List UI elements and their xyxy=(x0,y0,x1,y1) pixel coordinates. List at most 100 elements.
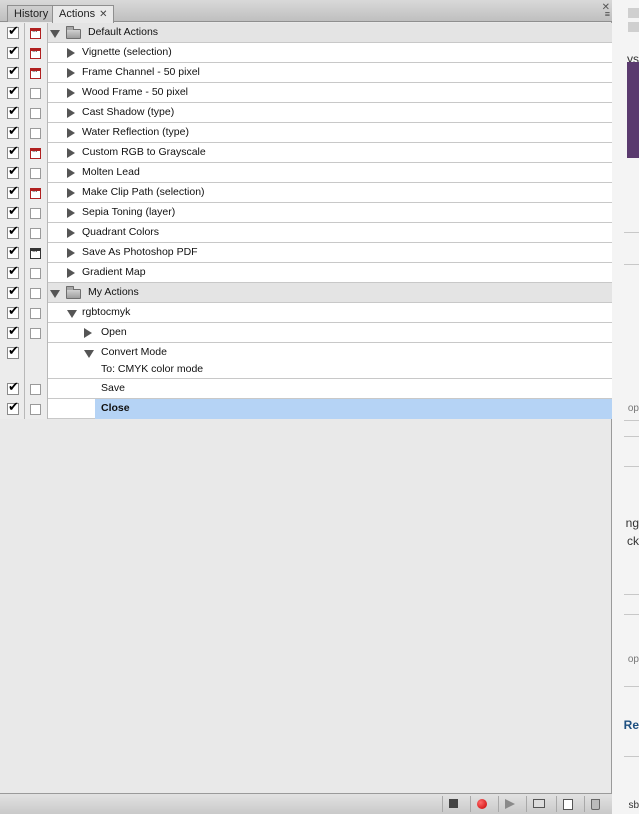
modal-dialog-toggle-icon[interactable] xyxy=(30,245,41,259)
row-label: Molten Lead xyxy=(82,166,140,178)
tab-actions[interactable]: Actions ✕ xyxy=(52,5,115,23)
dialog-column xyxy=(25,163,48,183)
toggle-item-checkbox[interactable] xyxy=(7,244,19,259)
disclosure-triangle-down-icon[interactable] xyxy=(50,30,60,38)
toggle-column xyxy=(0,183,25,203)
disclosure-triangle-right-icon[interactable] xyxy=(67,248,75,258)
modal-dialog-toggle-icon[interactable] xyxy=(30,108,41,119)
toggle-item-checkbox[interactable] xyxy=(7,64,19,79)
disclosure-triangle-right-icon[interactable] xyxy=(67,108,75,118)
modal-dialog-toggle-icon[interactable] xyxy=(30,288,41,299)
action-row[interactable]: Cast Shadow (type) xyxy=(0,103,612,123)
disclosure-triangle-right-icon[interactable] xyxy=(67,188,75,198)
background-rule xyxy=(624,420,639,421)
action-row[interactable]: Sepia Toning (layer) xyxy=(0,203,612,223)
disclosure-triangle-right-icon[interactable] xyxy=(67,208,75,218)
row-sublabel: To: CMYK color mode xyxy=(101,363,204,375)
toggle-item-checkbox[interactable] xyxy=(7,124,19,139)
row-label: Make Clip Path (selection) xyxy=(82,186,205,198)
action-row[interactable]: Molten Lead xyxy=(0,163,612,183)
modal-dialog-toggle-icon[interactable] xyxy=(30,145,41,159)
toggle-item-checkbox[interactable] xyxy=(7,164,19,179)
tab-history[interactable]: History xyxy=(7,5,56,22)
toggle-item-checkbox[interactable] xyxy=(7,204,19,219)
action-row[interactable]: Water Reflection (type) xyxy=(0,123,612,143)
record-button[interactable] xyxy=(470,796,493,812)
toggle-item-checkbox[interactable] xyxy=(7,144,19,159)
action-step-row[interactable]: Convert Mode To: CMYK color mode xyxy=(0,343,612,379)
row-content: Vignette (selection) xyxy=(48,43,612,63)
action-row[interactable]: Gradient Map xyxy=(0,263,612,283)
row-label: Water Reflection (type) xyxy=(82,126,189,138)
toggle-item-checkbox[interactable] xyxy=(7,344,19,359)
toggle-item-checkbox[interactable] xyxy=(7,264,19,279)
disclosure-triangle-right-icon[interactable] xyxy=(67,48,75,58)
disclosure-triangle-right-icon[interactable] xyxy=(67,148,75,158)
action-row[interactable]: Save As Photoshop PDF xyxy=(0,243,612,263)
modal-dialog-toggle-icon[interactable] xyxy=(30,88,41,99)
modal-dialog-toggle-icon[interactable] xyxy=(30,168,41,179)
modal-dialog-toggle-icon[interactable] xyxy=(30,185,41,199)
action-row[interactable]: Frame Channel - 50 pixel xyxy=(0,63,612,83)
disclosure-triangle-down-icon[interactable] xyxy=(50,290,60,298)
disclosure-triangle-right-icon[interactable] xyxy=(67,268,75,278)
toggle-item-checkbox[interactable] xyxy=(7,400,19,415)
disclosure-triangle-down-icon[interactable] xyxy=(67,310,77,318)
action-row[interactable]: rgbtocmyk xyxy=(0,303,612,323)
modal-dialog-toggle-icon[interactable] xyxy=(30,45,41,59)
toggle-item-checkbox[interactable] xyxy=(7,184,19,199)
toggle-item-checkbox[interactable] xyxy=(7,24,19,39)
folder-icon xyxy=(66,286,81,299)
row-content: Save xyxy=(95,379,612,399)
trash-icon xyxy=(591,799,600,810)
modal-dialog-toggle-icon[interactable] xyxy=(30,208,41,219)
toggle-item-checkbox[interactable] xyxy=(7,104,19,119)
modal-dialog-toggle-icon[interactable] xyxy=(30,268,41,279)
toggle-item-checkbox[interactable] xyxy=(7,84,19,99)
action-step-row[interactable]: Open xyxy=(0,323,612,343)
action-row[interactable]: Vignette (selection) xyxy=(0,43,612,63)
disclosure-triangle-right-icon[interactable] xyxy=(67,128,75,138)
background-strip xyxy=(628,8,639,18)
disclosure-triangle-right-icon[interactable] xyxy=(84,328,92,338)
modal-dialog-toggle-icon[interactable] xyxy=(30,25,41,39)
toggle-item-checkbox[interactable] xyxy=(7,44,19,59)
new-action-button[interactable] xyxy=(556,796,579,812)
action-row[interactable]: Quadrant Colors xyxy=(0,223,612,243)
modal-dialog-toggle-icon[interactable] xyxy=(30,128,41,139)
stop-button[interactable] xyxy=(442,796,465,812)
modal-dialog-toggle-icon[interactable] xyxy=(30,65,41,79)
dialog-column xyxy=(25,323,48,343)
toggle-item-checkbox[interactable] xyxy=(7,284,19,299)
row-label: Wood Frame - 50 pixel xyxy=(82,86,189,98)
disclosure-triangle-right-icon[interactable] xyxy=(67,68,75,78)
modal-dialog-toggle-icon[interactable] xyxy=(30,328,41,339)
panel-menu-icon[interactable]: ≡ xyxy=(605,10,610,19)
toggle-item-checkbox[interactable] xyxy=(7,380,19,395)
disclosure-triangle-right-icon[interactable] xyxy=(67,228,75,238)
new-set-button[interactable] xyxy=(526,796,549,812)
action-set-row[interactable]: Default Actions xyxy=(0,23,612,43)
action-row[interactable]: Make Clip Path (selection) xyxy=(0,183,612,203)
action-step-row[interactable]: Close xyxy=(0,399,612,419)
action-set-row[interactable]: My Actions xyxy=(0,283,612,303)
modal-dialog-toggle-icon[interactable] xyxy=(30,228,41,239)
dialog-column xyxy=(25,203,48,223)
close-icon[interactable]: ✕ xyxy=(99,9,107,20)
action-row[interactable]: Wood Frame - 50 pixel xyxy=(0,83,612,103)
dialog-column xyxy=(25,63,48,83)
toggle-item-checkbox[interactable] xyxy=(7,324,19,339)
toggle-item-checkbox[interactable] xyxy=(7,304,19,319)
disclosure-triangle-right-icon[interactable] xyxy=(67,168,75,178)
modal-dialog-toggle-icon[interactable] xyxy=(30,384,41,395)
disclosure-triangle-down-icon[interactable] xyxy=(84,350,94,358)
play-button[interactable] xyxy=(498,796,521,812)
modal-dialog-toggle-icon[interactable] xyxy=(30,404,41,415)
row-content: rgbtocmyk xyxy=(48,303,612,323)
action-step-row[interactable]: Save xyxy=(0,379,612,399)
disclosure-triangle-right-icon[interactable] xyxy=(67,88,75,98)
toggle-item-checkbox[interactable] xyxy=(7,224,19,239)
action-row[interactable]: Custom RGB to Grayscale xyxy=(0,143,612,163)
modal-dialog-toggle-icon[interactable] xyxy=(30,308,41,319)
delete-button[interactable] xyxy=(584,796,607,812)
